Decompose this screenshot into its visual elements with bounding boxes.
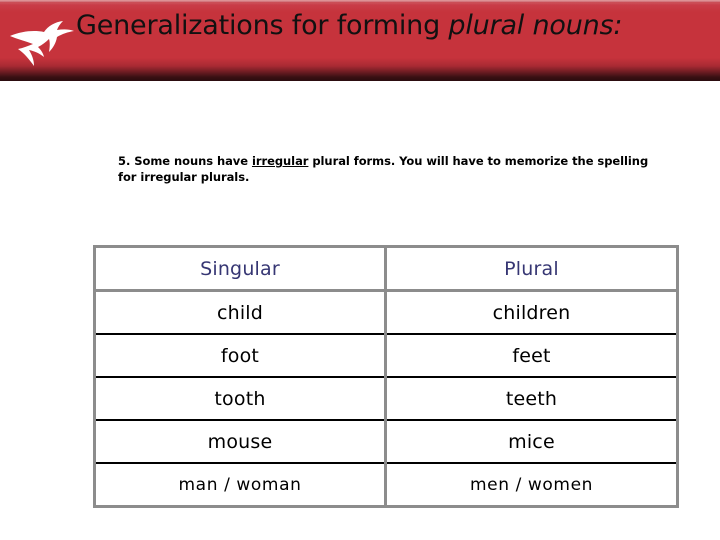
note-emphasis: irregular <box>251 154 309 168</box>
page-title-plain: Generalizations for forming <box>76 10 449 41</box>
cell-singular: tooth <box>94 377 387 421</box>
cell-plural: mice <box>385 420 678 464</box>
table-row: man / woman men / women <box>94 463 678 507</box>
column-header-singular: Singular <box>94 246 387 292</box>
slide-header-banner: Generalizations for forming plural nouns… <box>0 0 720 81</box>
page-title: Generalizations for forming plural nouns… <box>76 4 622 52</box>
singular-plural-table: Singular Plural child children foot feet… <box>93 245 679 508</box>
note-lead: Some nouns have <box>130 154 252 168</box>
table-row: child children <box>94 290 678 335</box>
page-title-italic: plural nouns: <box>448 10 623 41</box>
note-number: 5. <box>118 154 131 168</box>
column-header-plural: Plural <box>385 246 678 292</box>
cell-singular: mouse <box>94 420 387 464</box>
table-header-row: Singular Plural <box>94 246 678 292</box>
table-row: mouse mice <box>94 420 678 464</box>
cell-plural: children <box>385 290 678 335</box>
lesson-note: 5. Some nouns have irregular plural form… <box>118 153 658 185</box>
table-row: foot feet <box>94 334 678 378</box>
table-row: tooth teeth <box>94 377 678 421</box>
cell-singular: foot <box>94 334 387 378</box>
cell-plural: men / women <box>469 474 594 495</box>
cell-plural: teeth <box>385 377 678 421</box>
bird-swallow-icon <box>8 14 78 72</box>
cell-singular: man / woman <box>94 463 387 507</box>
cell-singular: child <box>94 290 387 335</box>
cell-plural: feet <box>385 334 678 378</box>
